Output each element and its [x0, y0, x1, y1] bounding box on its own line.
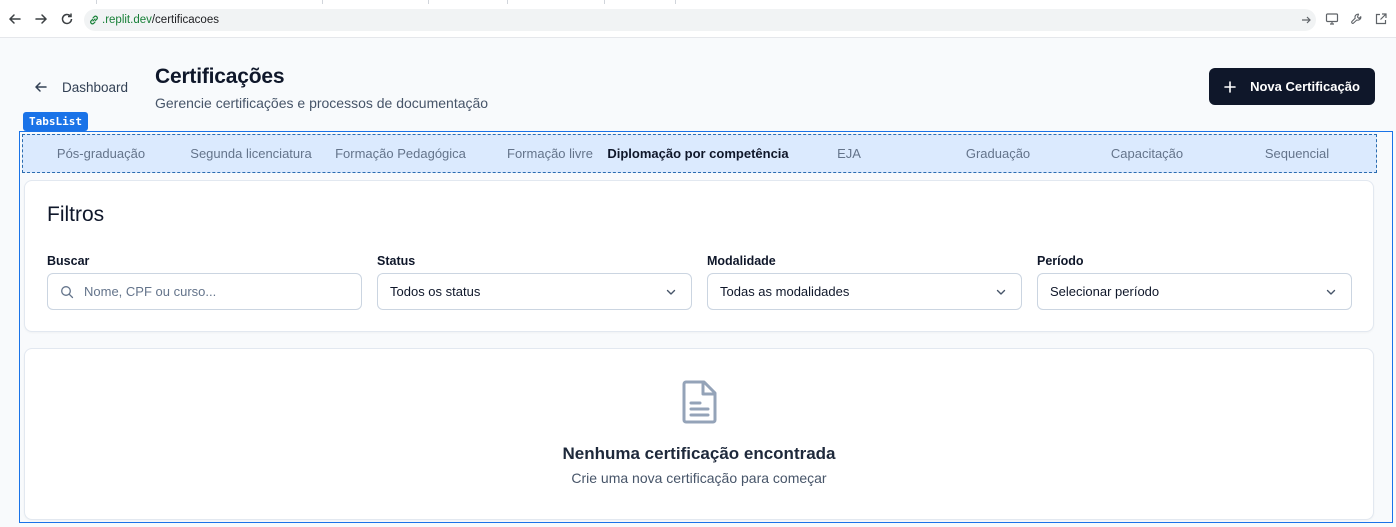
filters-title: Filtros [47, 203, 105, 226]
modality-filter: Modalidade Todas as modalidades [707, 255, 1022, 310]
arrow-left-icon [34, 80, 48, 94]
devtools-component-tag: TabsList [23, 112, 88, 131]
status-label: Status [377, 254, 416, 268]
program-tabs: Pós-graduação Segunda licenciatura Forma… [22, 134, 1377, 173]
empty-state-card: Nenhuma certificação encontrada Crie uma… [24, 348, 1374, 520]
address-bar[interactable]: .replit.dev/certificacoes [84, 9, 1316, 31]
chevron-down-icon [995, 286, 1007, 298]
filters-card: Filtros Buscar Status Todos os status Mo… [24, 180, 1374, 332]
tab-capacitacao[interactable]: Capacitação [1097, 135, 1197, 172]
search-icon [60, 285, 74, 299]
tab-label: Pós-graduação [56, 146, 146, 161]
modality-label: Modalidade [707, 254, 776, 268]
tab-label: Diplomação por competência [607, 146, 789, 161]
tab-label: EJA [837, 146, 861, 161]
period-label: Período [1037, 254, 1084, 268]
wrench-icon[interactable] [1349, 11, 1365, 27]
modality-select[interactable]: Todas as modalidades [707, 273, 1022, 310]
search-field[interactable] [47, 273, 362, 310]
tab-label: Graduação [965, 146, 1031, 161]
new-certification-button[interactable]: Nova Certificação [1209, 68, 1375, 105]
tab-formacao-pedagogica[interactable]: Formação Pedagógica [328, 135, 473, 172]
back-arrow-icon[interactable] [7, 11, 23, 27]
tab-segunda-licenciatura[interactable]: Segunda licenciatura [181, 135, 321, 172]
tab-label: Formação livre [507, 146, 593, 161]
monitor-icon[interactable] [1324, 11, 1340, 27]
link-icon [88, 14, 100, 26]
back-to-dashboard-link[interactable]: Dashboard [34, 78, 128, 96]
document-icon [680, 379, 720, 425]
search-input[interactable] [84, 284, 324, 299]
tab-diplomacao-por-competencia[interactable]: Diplomação por competência [607, 135, 789, 172]
tab-eja[interactable]: EJA [809, 135, 889, 172]
status-filter: Status Todos os status [377, 255, 692, 310]
send-arrow-icon[interactable] [1298, 12, 1314, 28]
tab-label: Segunda licenciatura [190, 146, 312, 161]
url-path: /certificacoes [151, 14, 219, 26]
tab-label: Capacitação [1110, 146, 1184, 161]
period-select-value: Selecionar período [1050, 284, 1160, 299]
chevron-down-icon [1325, 286, 1337, 298]
period-select[interactable]: Selecionar período [1037, 273, 1352, 310]
app-page: Dashboard Certificações Gerencie certifi… [0, 38, 1396, 527]
tab-label: Formação Pedagógica [335, 146, 466, 161]
search-filter: Buscar [47, 255, 362, 310]
tab-pos-graduacao[interactable]: Pós-graduação [41, 135, 161, 172]
empty-state-title: Nenhuma certificação encontrada [562, 444, 836, 463]
tab-formacao-livre[interactable]: Formação livre [497, 135, 603, 172]
modality-select-value: Todas as modalidades [720, 284, 850, 299]
tab-graduacao[interactable]: Graduação [949, 135, 1047, 172]
open-external-icon[interactable] [1373, 11, 1389, 27]
new-certification-label: Nova Certificação [1250, 79, 1360, 94]
page-title: Certificações [155, 65, 285, 88]
status-select[interactable]: Todos os status [377, 273, 692, 310]
back-link-label: Dashboard [62, 79, 129, 95]
browser-tabstrip [0, 0, 1396, 4]
url-domain: .replit.dev [102, 14, 152, 26]
reload-icon[interactable] [59, 11, 75, 27]
search-label: Buscar [47, 254, 90, 268]
chevron-down-icon [665, 286, 677, 298]
empty-state-subtitle: Crie uma nova certificação para começar [571, 470, 827, 486]
forward-arrow-icon[interactable] [33, 11, 49, 27]
page-subtitle: Gerencie certificações e processos de do… [155, 95, 489, 111]
plus-icon [1224, 80, 1236, 93]
period-filter: Período Selecionar período [1037, 255, 1352, 310]
tab-label: Sequencial [1264, 146, 1330, 161]
browser-toolbar: .replit.dev/certificacoes [0, 0, 1396, 38]
status-select-value: Todos os status [390, 284, 481, 299]
tab-sequencial[interactable]: Sequencial [1249, 135, 1345, 172]
